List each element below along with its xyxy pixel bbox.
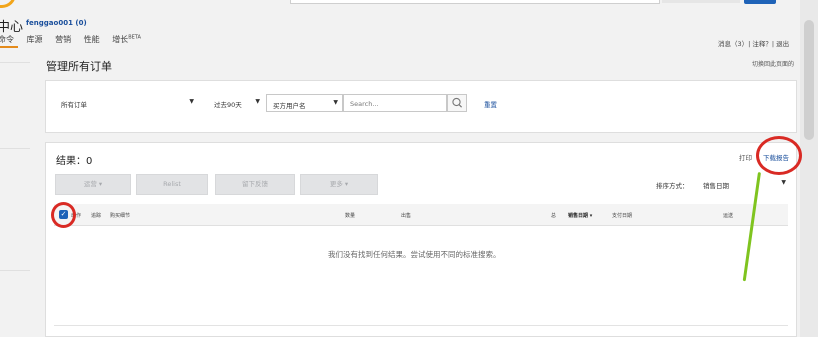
tab-marketing[interactable]: 营销 <box>55 34 71 45</box>
order-type-value: 所有订单 <box>61 101 87 109</box>
sidebar-divider <box>0 62 30 63</box>
header-right-links[interactable]: 消息（3）| 注释？| 退出 <box>718 38 789 48</box>
search-field-value: 买方用户名 <box>273 102 306 110</box>
tab-growth-label: 增长 <box>112 35 129 44</box>
tab-performance[interactable]: 性能 <box>84 34 100 45</box>
col-sold: 出售 <box>401 213 412 219</box>
search-field-select[interactable]: 买方用户名 ▼ <box>266 94 343 112</box>
page-title: 管理所有订单 <box>46 60 112 73</box>
search-input[interactable]: Search... <box>343 94 447 112</box>
search-icon <box>452 97 463 108</box>
col-amount: 总 <box>551 213 557 219</box>
beta-badge: BETA <box>128 34 141 41</box>
relist-button[interactable]: Relist <box>136 174 208 195</box>
col-sale-date-label: 销售日期 <box>568 213 589 219</box>
col-sale-date[interactable]: 销售日期 ▾ <box>568 212 592 219</box>
date-range-select[interactable]: 过去90天 ▼ <box>208 94 264 112</box>
sidebar-divider <box>0 270 30 271</box>
sort-label: 排序方式： <box>656 182 689 190</box>
tab-listings[interactable]: 库源 <box>27 34 43 45</box>
seller-hub-title: 中心 <box>0 20 24 35</box>
search-button[interactable] <box>447 94 467 112</box>
ship-button[interactable]: 运营 ▾ <box>55 174 131 195</box>
results-panel <box>45 142 797 337</box>
chevron-down-icon: ▼ <box>781 179 786 186</box>
sort-select[interactable]: 销售日期 ▼ <box>698 174 790 194</box>
order-type-select[interactable]: 所有订单 ▼ <box>55 94 198 112</box>
logo <box>0 0 16 8</box>
chevron-down-icon: ▼ <box>255 98 260 105</box>
print-link[interactable]: 打印 <box>739 152 752 162</box>
chevron-down-icon: ▼ <box>333 99 338 106</box>
col-paid-date: 支付日期 <box>612 213 633 219</box>
chevron-down-icon: ▼ <box>189 98 194 105</box>
col-item: 购买细节 <box>110 213 131 219</box>
switch-page-link[interactable]: 切换回此页面的 <box>752 59 794 68</box>
more-button[interactable]: 更多 ▾ <box>300 174 378 195</box>
col-qty: 数量 <box>345 213 356 219</box>
ship-button-label: 运营 <box>83 180 97 188</box>
table-header <box>54 204 788 226</box>
leave-feedback-button[interactable]: 留下反馈 <box>215 174 295 195</box>
top-divider <box>662 0 740 3</box>
more-button-label: 更多 <box>329 180 343 188</box>
sort-value: 销售日期 <box>703 182 729 190</box>
username-link[interactable]: fenggao001 (0) <box>26 19 87 27</box>
empty-results-message: 我们没有找到任何结果。尝试使用不同的标准搜索。 <box>328 250 501 259</box>
scrollbar-thumb[interactable] <box>804 20 814 140</box>
annotation-circle <box>51 202 76 228</box>
sidebar-divider <box>0 148 30 149</box>
col-shipped: 运送 <box>723 213 734 219</box>
top-search-input[interactable] <box>290 0 660 4</box>
tab-orders[interactable]: 命令 <box>0 34 14 45</box>
reset-link[interactable]: 重置 <box>484 99 497 109</box>
annotation-circle <box>756 136 802 175</box>
tab-growth[interactable]: 增长BETA <box>112 34 141 45</box>
top-search-button[interactable] <box>744 0 776 4</box>
table-bottom-border <box>54 325 788 326</box>
active-tab-indicator <box>0 46 18 48</box>
col-track[interactable]: 追踪 <box>91 212 101 219</box>
nav-tabs: 命令 库源 营销 性能 增长BETA <box>0 34 151 45</box>
results-count: 结果：0 <box>56 156 93 167</box>
date-range-value: 过去90天 <box>214 101 242 109</box>
